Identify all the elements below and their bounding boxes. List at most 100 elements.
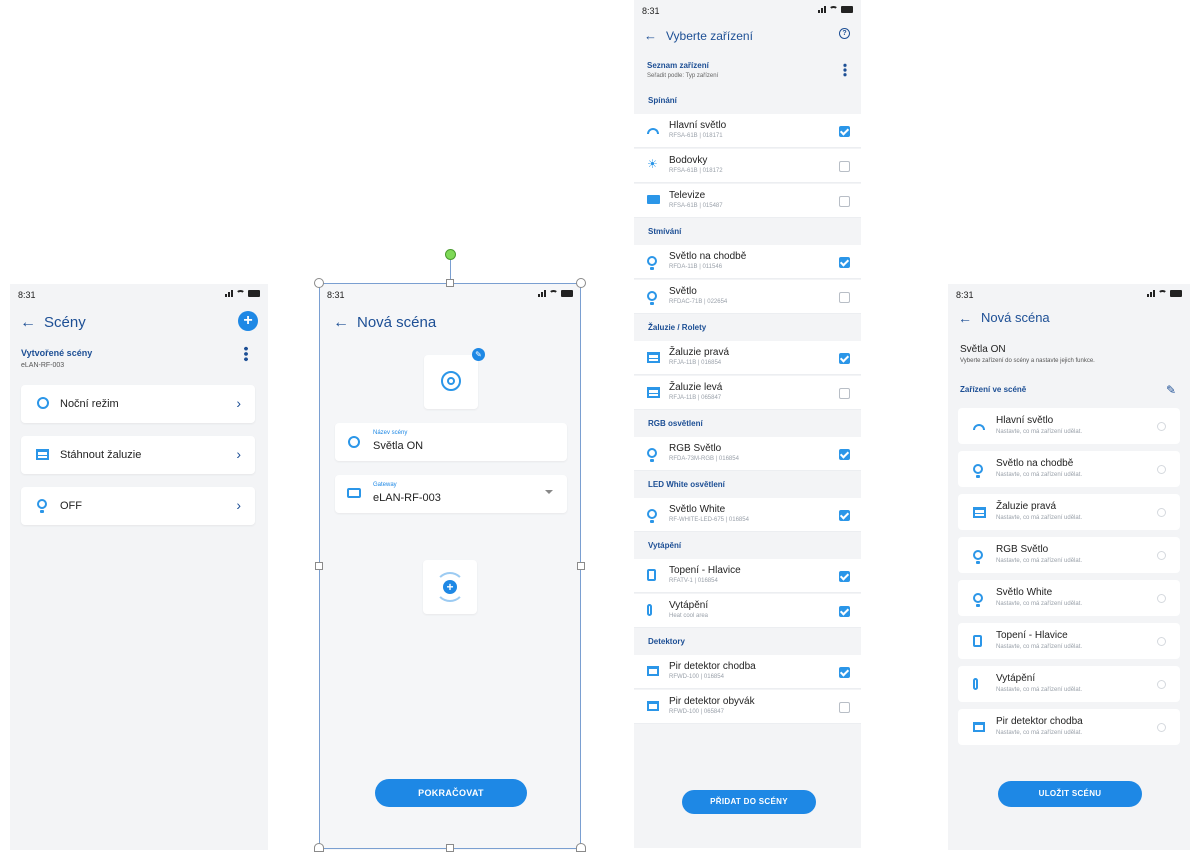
rotation-handle[interactable] — [445, 249, 456, 260]
thermometer-icon — [973, 678, 978, 690]
add-device-button[interactable]: + — [423, 560, 477, 614]
detector-icon — [647, 666, 659, 676]
help-icon[interactable]: ? — [839, 28, 850, 39]
device-row[interactable]: Světlo RFDAC-71B | 022654 — [634, 280, 861, 314]
resize-handle[interactable] — [576, 278, 586, 288]
night-mode-icon — [37, 397, 49, 409]
device-row[interactable]: Pir detektor obyvák RFWD-100 | 065847 — [634, 690, 861, 724]
status-circle-icon[interactable] — [1157, 551, 1166, 560]
save-scene-button[interactable]: ULOŽIT SCÉNU — [998, 781, 1142, 807]
scene-name-field[interactable]: Název scény Světla ON — [335, 423, 567, 461]
device-hint: Nastavte, co má zařízení udělat. — [996, 472, 1083, 478]
scene-device-row[interactable]: Světlo na chodbě Nastavte, co má zařízení… — [958, 451, 1180, 487]
app-bar: ← Vyberte zařízení ? — [634, 22, 861, 52]
section-header: Spínání — [648, 96, 677, 105]
status-circle-icon[interactable] — [1157, 680, 1166, 689]
resize-handle[interactable] — [314, 843, 324, 852]
device-row[interactable]: Světlo White RF-WHITE-LED-675 | 016854 — [634, 498, 861, 532]
back-arrow-icon[interactable]: ← — [644, 27, 657, 45]
checkbox-checked[interactable] — [839, 667, 850, 678]
add-to-scene-button[interactable]: PŘIDAT DO SCÉNY — [682, 790, 816, 814]
checkbox-checked[interactable] — [839, 606, 850, 617]
scene-info: Světla ON Vyberte zařízení do scény a na… — [960, 344, 1180, 364]
device-name: Žaluzie pravá — [996, 501, 1057, 512]
device-row[interactable]: ☀ Bodovky RFSA-61B | 018172 — [634, 149, 861, 183]
checkbox-unchecked[interactable] — [839, 196, 850, 207]
add-scene-button[interactable]: + — [238, 311, 258, 331]
device-row[interactable]: Vytápění Heat cool area — [634, 594, 861, 628]
scene-name: Světla ON — [960, 344, 1006, 355]
radiator-icon — [647, 569, 656, 581]
back-arrow-icon[interactable]: ← — [333, 314, 349, 332]
edit-pen-icon[interactable]: ✎ — [1166, 383, 1176, 397]
checkbox-checked[interactable] — [839, 571, 850, 582]
status-circle-icon[interactable] — [1157, 637, 1166, 646]
back-arrow-icon[interactable]: ← — [958, 309, 972, 327]
back-arrow-icon[interactable]: ← — [20, 314, 36, 332]
checkbox-checked[interactable] — [839, 510, 850, 521]
status-circle-icon[interactable] — [1157, 594, 1166, 603]
detector-icon — [647, 701, 659, 711]
checkbox-unchecked[interactable] — [839, 292, 850, 303]
checkbox-unchecked[interactable] — [839, 702, 850, 713]
status-circle-icon[interactable] — [1157, 723, 1166, 732]
detector-icon — [973, 722, 985, 732]
bulb-icon — [973, 464, 983, 478]
resize-handle[interactable] — [314, 278, 324, 288]
scene-icon-picker[interactable] — [424, 355, 478, 409]
battery-icon — [841, 5, 853, 13]
scene-device-row[interactable]: Topení - Hlavice Nastavte, co má zařízení… — [958, 623, 1180, 659]
scene-item[interactable]: Stáhnout žaluzie › — [21, 436, 255, 474]
screen-select-devices: 8:31 ← Vyberte zařízení ? Seznam zařízen… — [634, 0, 861, 848]
resize-handle[interactable] — [446, 844, 454, 852]
scene-device-row[interactable]: RGB Světlo Nastavte, co má zařízení uděla… — [958, 537, 1180, 573]
checkbox-unchecked[interactable] — [839, 161, 850, 172]
bulb-icon — [647, 509, 657, 523]
resize-handle[interactable] — [315, 562, 323, 570]
scene-item[interactable]: OFF › — [21, 487, 255, 525]
device-row[interactable]: Žaluzie levá RFJA-11B | 065847 — [634, 376, 861, 410]
edit-icon-button[interactable]: ✎ — [472, 348, 485, 361]
bulb-icon — [647, 256, 657, 270]
resize-handle[interactable] — [576, 843, 586, 852]
device-row[interactable]: Topení - Hlavice RFATV-1 | 016854 — [634, 559, 861, 593]
device-row[interactable]: Světlo na chodbě RFDA-11B | 011546 — [634, 245, 861, 279]
status-bar: 8:31 — [319, 284, 581, 306]
sort-label[interactable]: Seřadit podle: Typ zařízení — [647, 73, 718, 79]
scene-device-row[interactable]: Žaluzie pravá Nastavte, co má zařízení ud… — [958, 494, 1180, 530]
more-menu-icon[interactable] — [244, 346, 248, 362]
device-id: RFSA-61B | 015487 — [669, 203, 723, 209]
scene-device-row[interactable]: Vytápění Nastavte, co má zařízení udělat. — [958, 666, 1180, 702]
device-row[interactable]: Televize RFSA-61B | 015487 — [634, 184, 861, 218]
checkbox-checked[interactable] — [839, 126, 850, 137]
scene-device-row[interactable]: Pir detektor chodba Nastavte, co má zaříz… — [958, 709, 1180, 745]
device-row[interactable]: Pir detektor chodba RFWD-100 | 016854 — [634, 655, 861, 689]
scene-device-row[interactable]: Světlo White Nastavte, co má zařízení udě… — [958, 580, 1180, 616]
more-menu-icon[interactable] — [843, 63, 847, 77]
section-subtitle: eLAN-RF-003 — [21, 362, 65, 369]
gateway-select[interactable]: Gateway eLAN-RF-003 — [335, 475, 567, 513]
continue-button[interactable]: POKRAČOVAT — [375, 779, 527, 807]
checkbox-checked[interactable] — [839, 449, 850, 460]
device-row[interactable]: Žaluzie pravá RFJA-11B | 016854 — [634, 341, 861, 375]
battery-icon — [1170, 289, 1182, 297]
status-bar: 8:31 — [10, 284, 268, 306]
device-row[interactable]: Hlavní světlo RFSA-61B | 018171 — [634, 114, 861, 148]
section-header: LED White osvětlení — [648, 480, 725, 489]
gateway-icon — [347, 488, 361, 498]
status-circle-icon[interactable] — [1157, 465, 1166, 474]
resize-handle[interactable] — [577, 562, 585, 570]
status-circle-icon[interactable] — [1157, 508, 1166, 517]
battery-icon — [248, 289, 260, 297]
scene-device-row[interactable]: Hlavní světlo Nastavte, co má zařízení ud… — [958, 408, 1180, 444]
list-title: Seznam zařízení — [647, 61, 709, 70]
device-row[interactable]: RGB Světlo RFDA-73M-RGB | 016854 — [634, 437, 861, 471]
scene-item[interactable]: Noční režim › — [21, 385, 255, 423]
status-circle-icon[interactable] — [1157, 422, 1166, 431]
checkbox-checked[interactable] — [839, 257, 850, 268]
screen-scene-devices: 8:31 ← Nová scéna Světla ON Vyberte zaří… — [948, 284, 1190, 850]
checkbox-checked[interactable] — [839, 353, 850, 364]
page-title: Nová scéna — [357, 314, 437, 331]
resize-handle[interactable] — [446, 279, 454, 287]
checkbox-unchecked[interactable] — [839, 388, 850, 399]
